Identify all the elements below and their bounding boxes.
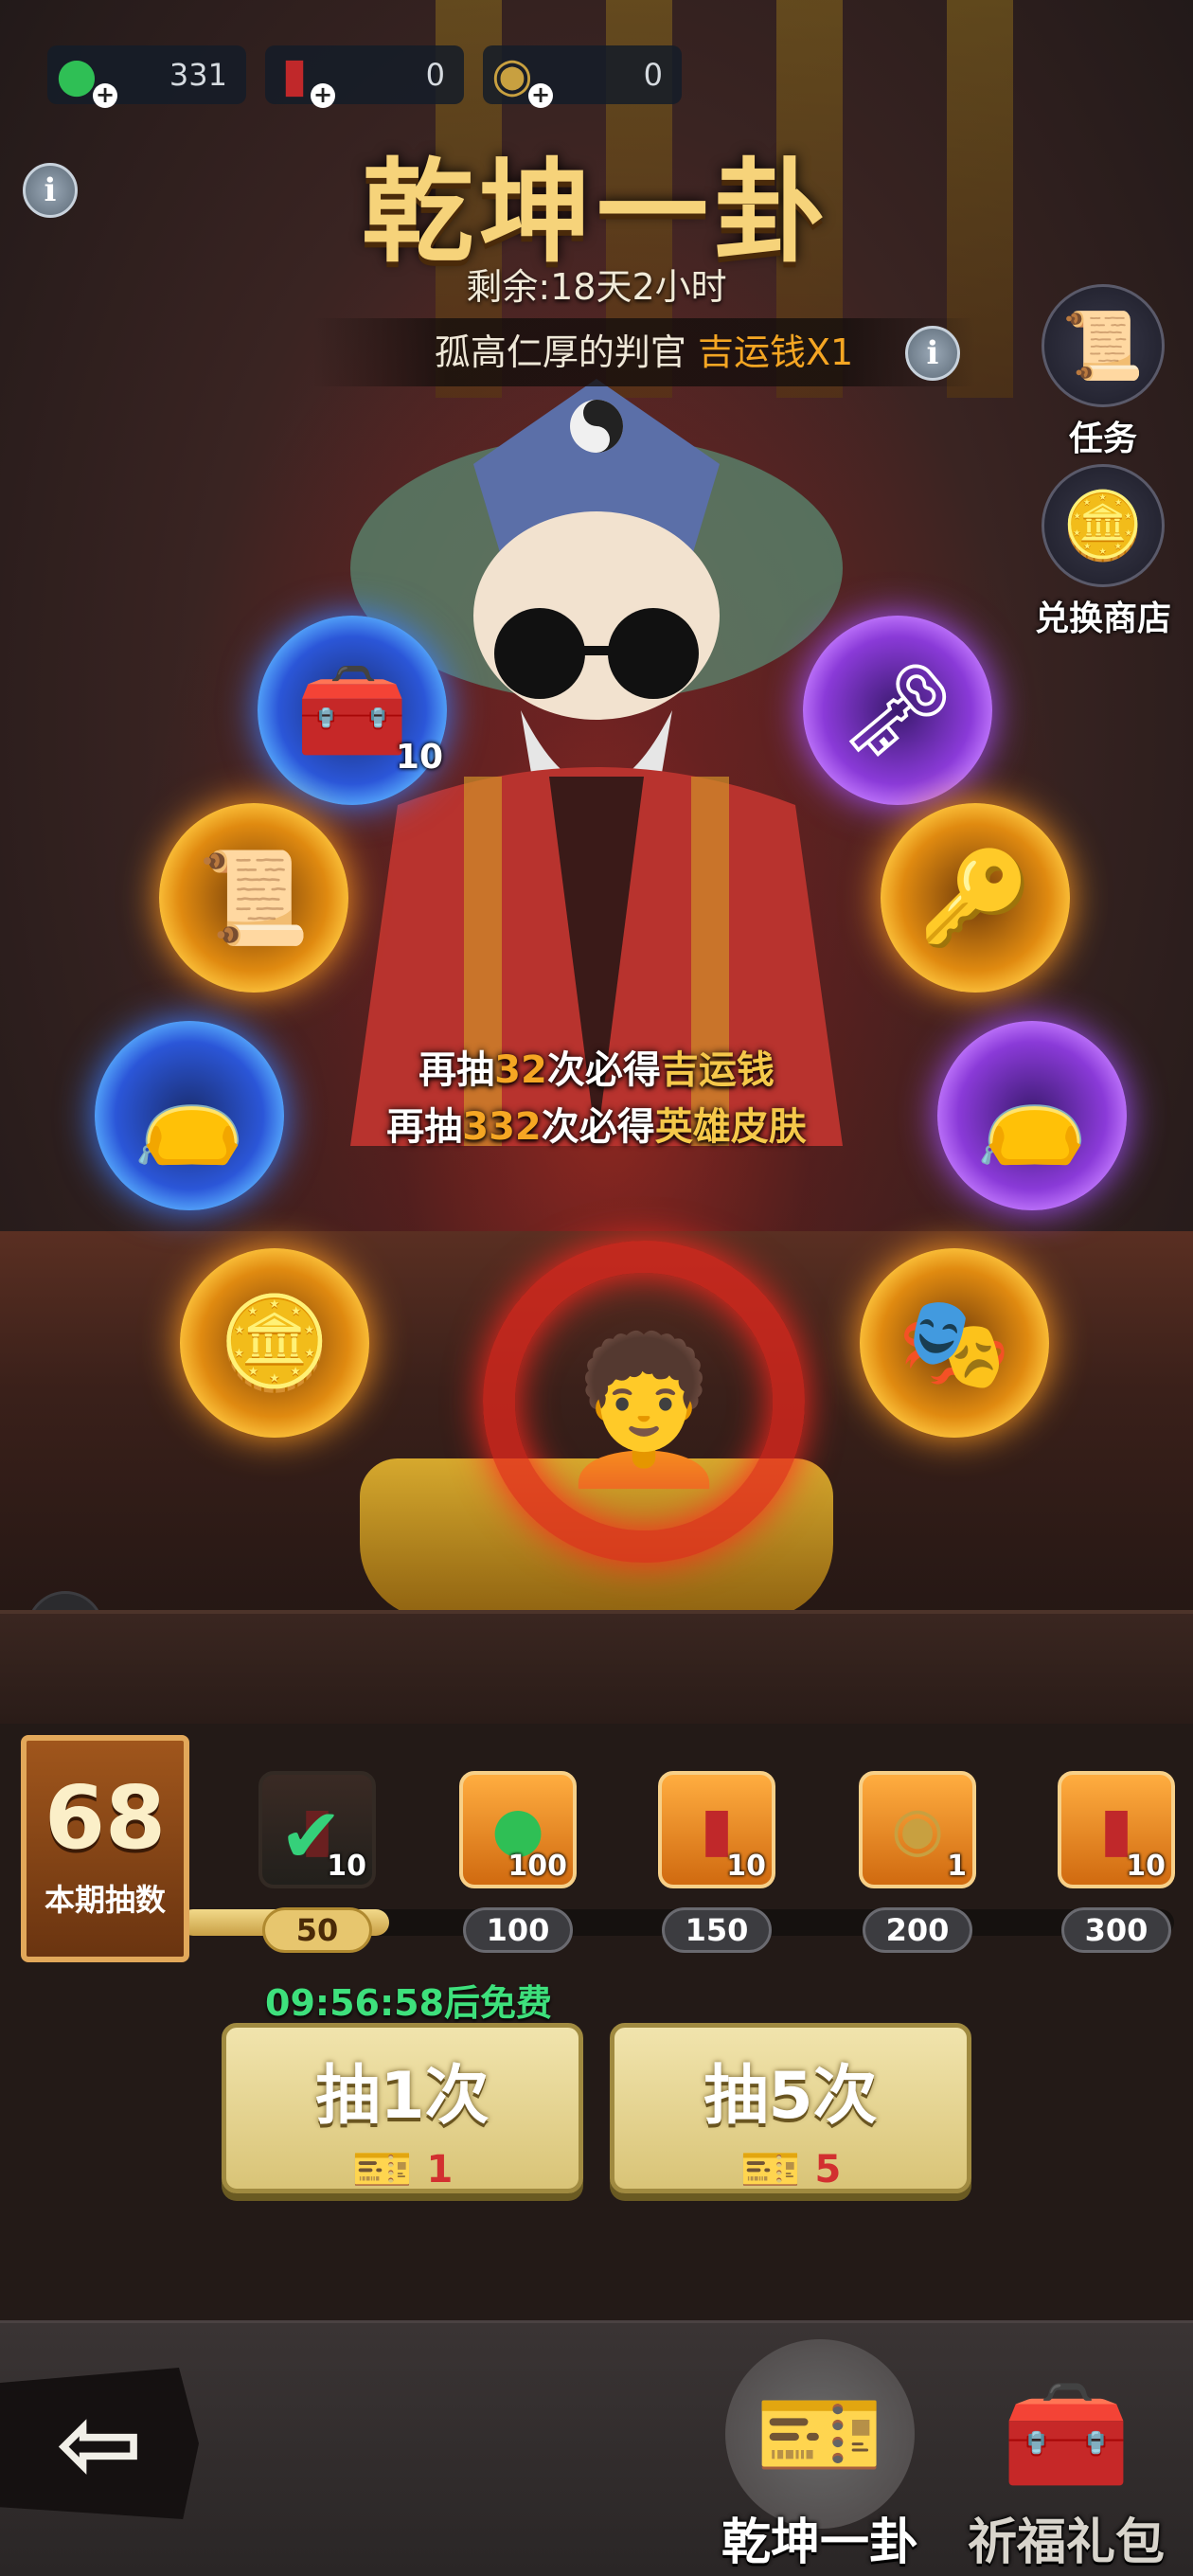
featured-prefix: 孤高仁厚的判官	[434, 331, 686, 373]
nav-tab-label: 祈福礼包	[967, 2514, 1165, 2571]
milestone-reward[interactable]: ▮ ✔ 10 50	[256, 1771, 379, 1953]
milestone-count: 10	[327, 1850, 366, 1883]
wooden-shelf	[0, 1610, 1193, 1724]
milestone-reward[interactable]: ◉ 1 200	[856, 1771, 979, 1953]
scroll-icon: 📜	[197, 844, 311, 951]
resource-value: 0	[425, 57, 445, 93]
add-icon[interactable]: +	[528, 83, 553, 108]
reward-orb[interactable]: 🧰 10	[258, 616, 447, 805]
pity-counter: 再抽32次必得吉运钱 再抽332次必得英雄皮肤	[0, 1042, 1193, 1155]
resource-value: 331	[169, 57, 227, 93]
resource-coin[interactable]: ◉ + 0	[483, 45, 682, 108]
jade-token-icon: 🗝	[840, 656, 955, 763]
pity-text: 次必得	[546, 1048, 661, 1092]
milestone-threshold: 50	[262, 1907, 372, 1953]
milestone-threshold: 300	[1061, 1907, 1171, 1953]
tasks-button[interactable]: 📜 任务	[1032, 284, 1174, 460]
eye-key-icon: 🔑	[918, 844, 1032, 951]
milestone-box: ▮ ✔ 10	[258, 1771, 376, 1888]
red-coin-icon: ◉	[891, 1795, 944, 1865]
back-arrow-icon: ⇦	[55, 2383, 144, 2504]
nav-tab-label: 乾坤一卦	[721, 2514, 918, 2571]
milestone-reward[interactable]: ● 100 100	[456, 1771, 579, 1953]
draw-count-label: 本期抽数	[44, 1882, 166, 1918]
pity-text: 再抽	[418, 1048, 495, 1092]
nav-tab-blessing-pack[interactable]: 🧰 祈福礼包	[962, 2339, 1170, 2573]
reward-orb[interactable]: 📜	[159, 803, 348, 993]
milestone-threshold: 100	[463, 1907, 573, 1953]
draw-cost-value: 1	[426, 2147, 454, 2191]
pity-item: 英雄皮肤	[654, 1105, 807, 1149]
draw-cost: 🎫 5	[614, 2140, 967, 2198]
ticket-coins-icon: 🎫	[725, 2339, 915, 2529]
nav-tab-divination[interactable]: 🎫 乾坤一卦	[716, 2339, 924, 2573]
draw-five-button[interactable]: 抽5次 🎫 5	[610, 2023, 971, 2198]
milestone-reward[interactable]: ▮ 10 300	[1055, 1771, 1178, 1953]
red-ticket-icon: 🎫	[739, 2141, 802, 2198]
pity-number: 32	[494, 1048, 547, 1092]
milestone-threshold: 200	[863, 1907, 972, 1953]
draw-count-banner: 68 本期抽数	[21, 1735, 189, 1962]
resource-ticket[interactable]: ▮ + 0	[265, 45, 464, 108]
pity-number: 332	[462, 1105, 542, 1149]
red-ticket-icon: 🎫	[351, 2141, 414, 2198]
add-icon[interactable]: +	[311, 83, 335, 108]
pity-item: 吉运钱	[660, 1048, 775, 1092]
milestone-box: ▮ 10	[1058, 1771, 1175, 1888]
pity-line-skin: 再抽332次必得英雄皮肤	[0, 1099, 1193, 1155]
back-button[interactable]: ⇦	[0, 2368, 199, 2519]
draw-once-label: 抽1次	[315, 2059, 490, 2134]
milestone-count: 10	[1126, 1850, 1166, 1883]
pity-text: 再抽	[386, 1105, 463, 1149]
draw-cost-value: 5	[814, 2147, 842, 2191]
featured-reward: 孤高仁厚的判官 吉运钱X1	[312, 318, 975, 386]
pity-line-coin: 再抽32次必得吉运钱	[0, 1042, 1193, 1099]
exchange-shop-label: 兑换商店	[1034, 599, 1171, 638]
reward-orb[interactable]: 🔑	[881, 803, 1070, 993]
milestone-box: ● 100	[459, 1771, 577, 1888]
resource-jade[interactable]: ● + 331	[47, 45, 246, 108]
resource-value: 0	[643, 57, 663, 93]
draw-cost: 🎫 1	[226, 2140, 579, 2198]
red-coin-icon: 🪙	[218, 1289, 331, 1396]
add-icon[interactable]: +	[93, 83, 117, 108]
draw-once-button[interactable]: 抽1次 🎫 1	[222, 2023, 583, 2198]
milestone-threshold: 150	[662, 1907, 772, 1953]
reward-count: 10	[395, 738, 443, 777]
milestone-box: ◉ 1	[859, 1771, 976, 1888]
treasure-chest-icon: 🧰	[1001, 2372, 1131, 2495]
time-remaining: 剩余:18天2小时	[466, 266, 727, 308]
milestone-count: 1	[947, 1850, 967, 1883]
pity-text: 次必得	[541, 1105, 655, 1149]
featured-reward-name: 吉运钱X1	[697, 331, 854, 373]
reward-orb[interactable]: 🪙	[180, 1248, 369, 1438]
chest-icon: 🧰	[295, 656, 409, 763]
milestone-box: ▮ 10	[658, 1771, 775, 1888]
scroll-icon: 📜	[1042, 284, 1165, 407]
milestone-count: 10	[726, 1850, 766, 1883]
draw-count-value: 68	[44, 1767, 167, 1869]
tasks-label: 任务	[1068, 420, 1137, 458]
reward-orb[interactable]: 🗝	[803, 616, 992, 805]
free-draw-timer: 09:56:58后免费	[265, 1982, 553, 2024]
milestone-count: 100	[507, 1850, 567, 1883]
treasure-bowl-icon: 🪙	[1042, 464, 1165, 587]
hero-skins-icon: 🎭	[898, 1289, 1011, 1396]
reward-orb[interactable]: 🎭	[860, 1248, 1049, 1438]
hero-character-icon: 🧑‍🦱	[555, 1329, 733, 1494]
exchange-shop-button[interactable]: 🪙 兑换商店	[1032, 464, 1174, 640]
draw-five-label: 抽5次	[703, 2059, 878, 2134]
milestone-reward[interactable]: ▮ 10 150	[655, 1771, 778, 1953]
resource-bar: ● + 331 ▮ + 0 ◉ + 0	[47, 45, 682, 108]
reward-info-button[interactable]: i	[905, 326, 960, 381]
